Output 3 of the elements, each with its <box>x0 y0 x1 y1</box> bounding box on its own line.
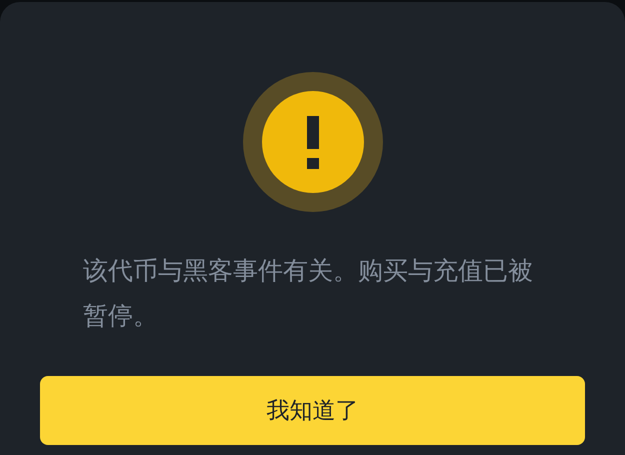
acknowledge-button[interactable]: 我知道了 <box>40 376 585 445</box>
warning-message: 该代币与黑客事件有关。购买与充值已被暂停。 <box>83 255 534 332</box>
warning-icon <box>242 72 382 212</box>
